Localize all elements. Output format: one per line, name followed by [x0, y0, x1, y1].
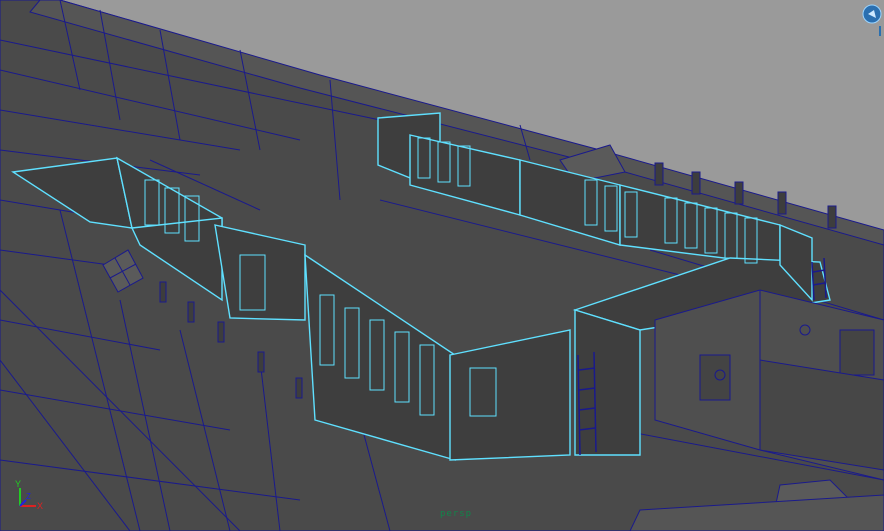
- ship-wireframe-scene[interactable]: [0, 0, 884, 531]
- axis-x-label: X: [37, 501, 43, 511]
- camera-label: persp: [440, 509, 473, 519]
- axis-y-label: Y: [15, 479, 21, 489]
- axis-z-label: Z: [26, 492, 31, 501]
- maya-perspective-viewport[interactable]: persp Y X Z: [0, 0, 884, 531]
- axis-gizmo-icon: Y X Z: [15, 479, 43, 511]
